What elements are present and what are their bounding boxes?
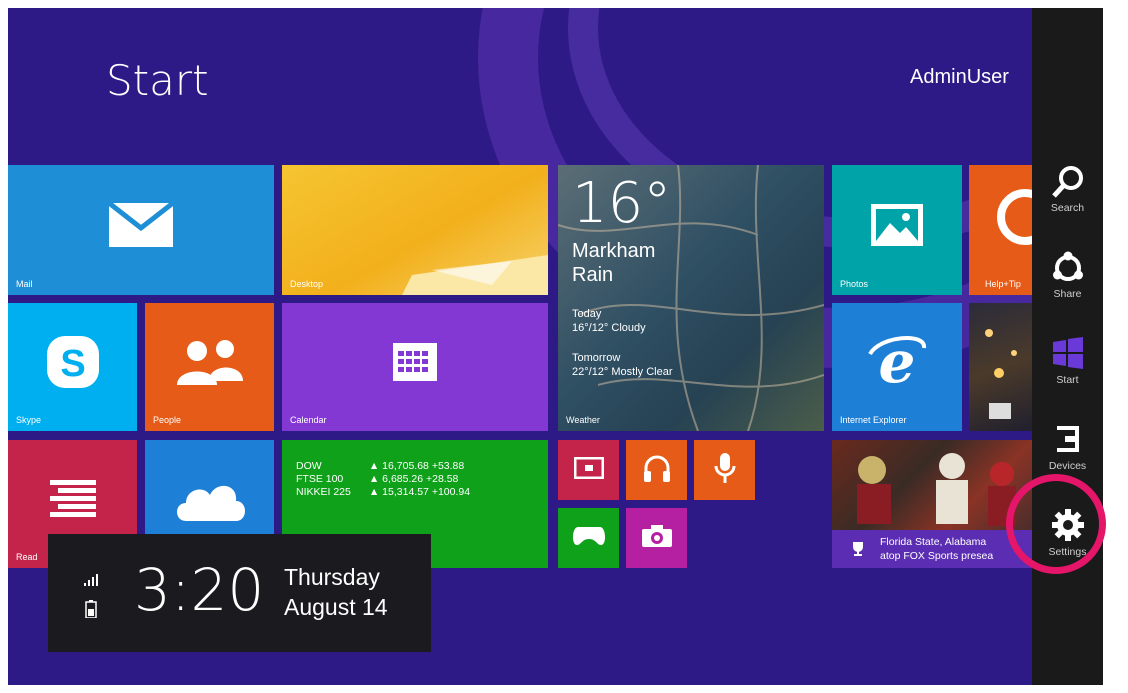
tile-sound-recorder[interactable]	[694, 440, 755, 500]
tile-help-tips[interactable]: Help+Tip	[969, 165, 1039, 295]
tile-music[interactable]	[626, 440, 687, 500]
tile-label: Calendar	[290, 415, 327, 425]
tile-label: Mail	[16, 279, 33, 289]
settings-highlight-ring	[1006, 474, 1106, 574]
share-icon	[1052, 251, 1083, 281]
video-icon	[573, 456, 604, 479]
devices-icon	[1056, 426, 1079, 452]
finance-row: DOW ▲ 16,705.68 +53.88	[296, 460, 465, 472]
tile-desktop[interactable]: Desktop	[282, 165, 548, 295]
charm-share[interactable]: Share	[1032, 244, 1103, 324]
charm-label: Devices	[1048, 460, 1087, 472]
tile-camera[interactable]	[626, 508, 687, 568]
finance-table: DOW ▲ 16,705.68 +53.88 FTSE 100 ▲ 6,685.26…	[296, 460, 488, 499]
mail-icon	[108, 201, 174, 247]
charms-bar: Search Share Start Devices Settings	[1032, 8, 1103, 685]
battery-icon	[85, 600, 97, 618]
svg-text:S: S	[60, 343, 85, 385]
tile-label: Read	[16, 552, 38, 562]
tile-internet-explorer[interactable]: e Internet Explorer	[832, 303, 962, 431]
charm-label: Share	[1053, 288, 1082, 300]
tile-mail[interactable]: Mail	[8, 165, 274, 295]
signal-icon	[84, 574, 98, 586]
tile-sports[interactable]: Florida State, Alabama atop FOX Sports pr…	[832, 440, 1039, 568]
finance-row: NIKKEI 225 ▲ 15,314.57 +100.94	[296, 486, 471, 498]
tile-label: Internet Explorer	[840, 415, 907, 425]
tile-news[interactable]	[969, 303, 1039, 431]
tile-label: Weather	[566, 415, 600, 425]
photo-icon	[871, 203, 923, 246]
tile-video[interactable]	[558, 440, 619, 500]
page-title: Start	[106, 56, 209, 105]
trophy-icon	[853, 542, 863, 556]
tile-weather[interactable]: 16° Markham Rain Today 16°/12° Cloudy Tomo…	[558, 165, 824, 431]
tile-label: People	[153, 415, 182, 425]
clock-date: Thursday August 14	[284, 564, 388, 620]
desktop-wallpaper-shape	[402, 255, 548, 295]
game-controller-icon	[572, 526, 605, 545]
headphones-icon	[643, 455, 670, 482]
tile-photos[interactable]: Photos	[832, 165, 962, 295]
internet-explorer-icon: e	[868, 334, 926, 390]
tile-label: Help+Tip	[985, 279, 1021, 289]
charm-label: Search	[1050, 202, 1085, 214]
charm-search[interactable]: Search	[1032, 158, 1103, 238]
tile-label: Photos	[840, 279, 869, 289]
finance-row: FTSE 100 ▲ 6,685.26 +28.58	[296, 473, 459, 485]
weather-temperature: 16°	[572, 171, 672, 236]
windows-icon	[1052, 337, 1083, 369]
cloud-icon	[176, 485, 245, 521]
tile-skype[interactable]: S Skype	[8, 303, 137, 431]
weather-today: Today 16°/12° Cloudy	[572, 308, 646, 334]
weather-tomorrow: Tomorrow 22°/12° Mostly Clear	[572, 352, 673, 378]
charm-label: Start	[1056, 374, 1079, 386]
tile-calendar[interactable]: Calendar	[282, 303, 548, 431]
microphone-icon	[714, 452, 735, 483]
sports-headline: Florida State, Alabama atop FOX Sports pr…	[880, 536, 994, 562]
lock-clock-overlay: 3:20 Thursday August 14	[48, 534, 431, 652]
tile-label: Skype	[16, 415, 42, 425]
charm-start[interactable]: Start	[1032, 330, 1103, 410]
tile-label: Desktop	[290, 279, 324, 289]
weather-city: Markham Rain	[572, 240, 656, 286]
tile-people[interactable]: People	[145, 303, 274, 431]
calendar-icon	[393, 342, 437, 381]
reading-list-icon	[49, 479, 96, 517]
news-image	[985, 329, 1017, 419]
clock-time: 3:20	[134, 556, 265, 624]
search-icon	[1051, 166, 1083, 198]
tile-games[interactable]	[558, 508, 619, 568]
start-screen: Start AdminUser Mail Desktop 16° Markham…	[8, 8, 1103, 685]
user-name[interactable]: AdminUser	[910, 66, 1009, 89]
camera-icon	[641, 524, 672, 547]
skype-icon: S	[46, 335, 99, 388]
people-icon	[176, 339, 243, 385]
